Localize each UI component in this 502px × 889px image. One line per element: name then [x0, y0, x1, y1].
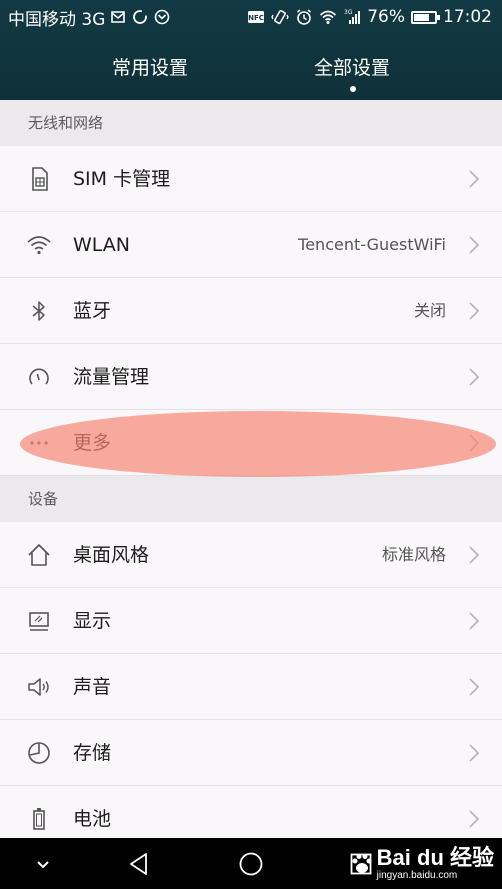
status-bar: 中国移动 3G NFC 3G 76% 17:02	[0, 0, 502, 34]
signal-icon: 3G	[343, 8, 361, 26]
battery-icon	[26, 806, 52, 832]
baidu-jingyan-watermark: Bai du 经验 jingyan.baidu.com	[349, 844, 494, 884]
wifi-icon	[26, 232, 52, 258]
setting-label: 声音	[73, 676, 112, 698]
setting-label: 电池	[73, 808, 112, 830]
clock: 17:02	[443, 7, 492, 27]
setting-display[interactable]: 显示	[0, 588, 502, 654]
watermark-text: Bai du 经验 jingyan.baidu.com	[377, 847, 494, 881]
setting-more[interactable]: 更多	[0, 410, 502, 476]
chevron-right-icon	[468, 433, 480, 453]
vibrate-icon	[271, 8, 289, 26]
setting-sound[interactable]: 声音	[0, 654, 502, 720]
setting-data-usage[interactable]: 流量管理	[0, 344, 502, 410]
settings-tabs: 常用设置 全部设置	[0, 46, 502, 96]
chevron-right-icon	[468, 545, 480, 565]
setting-value: 标准风格	[381, 545, 446, 564]
chevron-right-icon	[468, 235, 480, 255]
setting-label: 蓝牙	[73, 300, 112, 322]
home-icon	[26, 542, 52, 568]
setting-label: 更多	[73, 432, 112, 454]
carrier-label: 中国移动 3G	[8, 9, 106, 30]
status-right: NFC 3G 76% 17:02	[247, 0, 492, 34]
back-icon[interactable]	[127, 851, 153, 877]
display-icon	[26, 608, 52, 634]
speaker-icon	[26, 674, 52, 700]
setting-bluetooth[interactable]: 蓝牙 关闭	[0, 278, 502, 344]
alarm-icon	[295, 8, 313, 26]
setting-home-style[interactable]: 桌面风格 标准风格	[0, 522, 502, 588]
chevron-right-icon	[468, 301, 480, 321]
status-left: 中国移动 3G	[8, 0, 171, 34]
setting-value: 关闭	[413, 301, 446, 320]
chevron-right-icon	[468, 169, 480, 189]
setting-storage[interactable]: 存储	[0, 720, 502, 786]
battery-status-icon	[411, 10, 440, 24]
notification-icon	[109, 8, 127, 26]
tab-all-settings[interactable]: 全部设置	[272, 46, 432, 90]
data-usage-icon	[26, 364, 52, 390]
more-icon	[26, 430, 52, 456]
home-button-icon[interactable]	[238, 851, 264, 877]
tab-common-settings[interactable]: 常用设置	[70, 46, 230, 90]
chevron-right-icon	[468, 611, 480, 631]
section-header-device: 设备	[0, 476, 502, 522]
battery-fill	[414, 13, 429, 21]
setting-sim-card[interactable]: SIM 卡管理	[0, 146, 502, 212]
baidu-paw-icon	[349, 851, 375, 877]
setting-value: Tencent-GuestWiFi	[298, 235, 446, 254]
setting-label: SIM 卡管理	[73, 168, 171, 190]
nfc-label: NFC	[248, 14, 264, 22]
chevron-right-icon	[468, 367, 480, 387]
sync-icon	[131, 8, 149, 26]
sim-card-icon	[26, 166, 52, 192]
chevron-right-icon	[468, 743, 480, 763]
net-type-label: 3G	[344, 9, 353, 16]
watermark-brand: Bai du 经验	[376, 845, 494, 870]
storage-icon	[26, 740, 52, 766]
watermark-url: jingyan.baidu.com	[376, 870, 458, 881]
setting-battery[interactable]: 电池	[0, 786, 502, 838]
active-tab-indicator	[350, 86, 356, 92]
bluetooth-icon	[26, 298, 52, 324]
app-header: 中国移动 3G NFC 3G 76% 17:02 常用设置 全部设置	[0, 0, 502, 100]
setting-label: 流量管理	[73, 366, 150, 388]
chevron-right-icon	[468, 677, 480, 697]
battery-percent: 76%	[367, 7, 405, 27]
chevron-right-icon	[468, 809, 480, 829]
setting-label: 存储	[73, 742, 112, 764]
wifi-status-icon	[319, 8, 337, 26]
section-header-wireless: 无线和网络	[0, 100, 502, 146]
setting-label: 显示	[73, 610, 112, 632]
chevron-down-icon[interactable]	[30, 851, 56, 877]
setting-wlan[interactable]: WLAN Tencent-GuestWiFi	[0, 212, 502, 278]
setting-label: WLAN	[73, 234, 131, 256]
message-icon	[153, 8, 171, 26]
nfc-icon: NFC	[247, 8, 265, 26]
navigation-bar: Bai du 经验 jingyan.baidu.com	[0, 838, 502, 889]
settings-list[interactable]: 无线和网络 SIM 卡管理 WLAN Tencent-GuestWiFi 蓝牙 …	[0, 100, 502, 838]
setting-label: 桌面风格	[73, 544, 150, 566]
